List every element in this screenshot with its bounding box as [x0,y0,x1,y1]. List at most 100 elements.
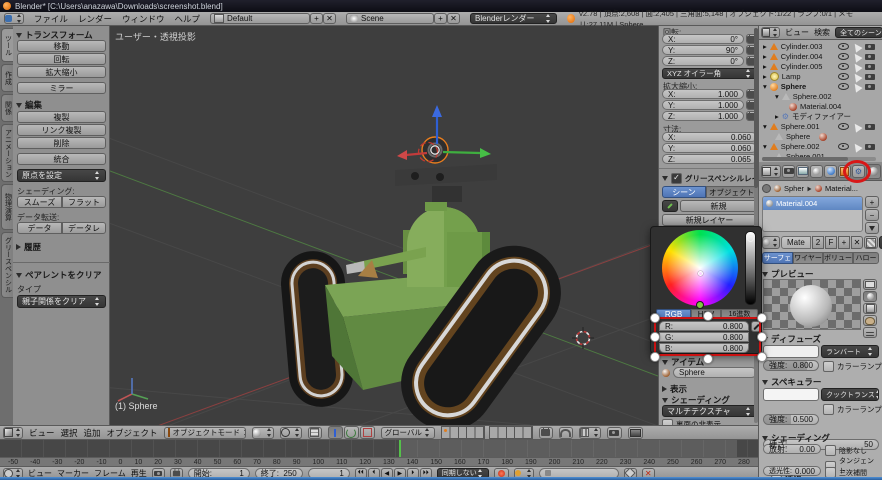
tab-scene-icon[interactable] [810,165,823,178]
layers-grid-left[interactable] [441,426,485,439]
selectability-icon[interactable] [851,81,862,92]
collapse-icon[interactable]: ▾ [775,92,779,101]
expand-icon[interactable]: ▸ [775,112,779,121]
outliner-row[interactable]: ▾Sphere.002 [775,92,879,102]
set-origin-dropdown[interactable]: 原点を設定 [17,169,106,182]
lock-to-scene-button[interactable] [539,427,553,439]
material-unlink-button[interactable]: ✕ [851,236,863,249]
renderability-icon[interactable] [865,144,875,150]
expand-icon[interactable]: ▸ [763,62,767,71]
shading-dropdown[interactable] [252,427,274,439]
outliner-row[interactable]: ▸⚙モディファイアー [775,112,879,122]
shelf-tab-tools[interactable]: ツール [1,28,13,62]
renderability-icon[interactable] [865,54,875,60]
slot-add-button[interactable]: + [865,196,879,208]
scale-y-field[interactable]: Y:1.000 [662,100,744,110]
outliner-row[interactable]: ▸Cylinder.005 [763,62,879,72]
value-slider[interactable] [745,231,756,305]
menu-window[interactable]: ウィンドウ [122,13,165,25]
shadeless-checkbox[interactable] [825,445,836,456]
scale-z-field[interactable]: Z:1.000 [662,111,744,121]
timeline-band[interactable] [0,440,758,457]
specular-color-swatch[interactable] [763,388,819,401]
layers-grid-right[interactable] [489,426,533,439]
diffuse-color-swatch[interactable] [763,345,819,358]
editor-type-button[interactable] [4,13,24,24]
panel-header-specular[interactable]: スペキュラー [762,376,821,388]
renderability-icon[interactable] [865,44,875,50]
outliner-row[interactable]: ▸Cylinder.004 [763,52,879,62]
outliner-menu-search[interactable]: 検索 [814,27,830,38]
select-menu[interactable]: 選択 [61,427,78,439]
scene-add-button[interactable]: + [434,13,447,24]
properties-editor-button[interactable] [761,165,781,178]
collapse-icon[interactable]: ▾ [763,142,767,151]
outliner-menu-view[interactable]: ビュー [785,27,809,38]
scene-close-button[interactable]: ✕ [447,13,460,24]
view-menu[interactable]: ビュー [29,427,55,439]
gpencil-checkbox[interactable]: ✓ [671,173,682,184]
scale-x-field[interactable]: X:1.000 [662,89,744,99]
join-button[interactable]: 統合 [17,153,106,165]
rotation-z-field[interactable]: Z:0° [662,56,744,66]
selectability-icon[interactable] [851,121,862,132]
material-type-wire[interactable]: ワイヤー [793,252,823,264]
linked-duplicate-button[interactable]: リンク複製 [17,124,106,136]
pin-icon[interactable] [762,184,771,193]
panel-header-gpencil[interactable]: ✓グリースペンシルレイ [662,173,759,184]
outliner-editor-button[interactable] [761,27,780,38]
outliner-row[interactable]: Sphere [775,132,879,142]
viewport-shading-mode-dropdown[interactable]: マルチテクスチャ [662,405,757,417]
panel-header-edit[interactable]: 編集 [16,99,42,111]
shade-flat-button[interactable]: フラット [62,196,106,208]
outliner-row[interactable]: ▸Lamp [763,72,879,82]
color-wheel-cursor[interactable] [698,271,703,276]
renderability-icon[interactable] [865,64,875,70]
rotation-mode-dropdown[interactable]: XYZ オイラー角 [662,68,757,79]
menu-render[interactable]: レンダー [78,13,112,25]
preview-hair-button[interactable] [863,327,877,338]
material-name-field[interactable]: Mate [781,236,811,249]
object-menu[interactable]: オブジェクト [107,427,158,439]
panel-header-clear-parent[interactable]: ペアレントをクリア [16,269,102,281]
layout-selector[interactable]: Default [210,13,310,24]
material-type-volume[interactable]: ボリュー [823,252,853,264]
visibility-icon[interactable] [838,123,849,130]
expand-icon[interactable]: ▸ [763,42,767,51]
outliner-scope-dropdown[interactable]: 全てのシーン [835,27,882,38]
snap-toggle-button[interactable] [559,427,573,439]
move-button[interactable]: 移動 [17,40,106,52]
menu-help[interactable]: ヘルプ [174,13,200,25]
breadcrumb-material[interactable]: Material... [825,184,858,193]
material-type-halo[interactable]: ハロー [853,252,879,264]
data-transfer-button[interactable]: データ [17,222,62,234]
visibility-icon[interactable] [838,73,849,80]
selectability-icon[interactable] [851,141,862,152]
color-wheel[interactable] [662,230,738,306]
outliner-row[interactable]: ▾Sphere.001 [763,122,879,132]
mode-dropdown[interactable]: オブジェクトモード [164,427,246,439]
scene-selector[interactable]: Scene [346,13,434,24]
outliner-row[interactable]: ▾Sphere.002 [763,142,879,152]
slot-remove-button[interactable]: − [865,209,879,221]
panel-header-diffuse[interactable]: ディフューズ [762,333,821,345]
slot-specials-button[interactable] [865,222,879,234]
manipulator-translate-button[interactable] [328,426,343,439]
render-opengl-button[interactable] [607,427,622,439]
material-new-button[interactable]: + [838,236,850,249]
rotation-y-field[interactable]: Y:90° [662,45,744,55]
specular-intensity-slider[interactable]: 強度:0.500 [763,414,819,425]
dim-y-field[interactable]: Y:0.060 [662,143,757,153]
render-opengl-anim-button[interactable] [628,427,643,439]
mirror-button[interactable]: ミラー [17,82,106,94]
data-layout-button[interactable]: データレ [62,222,106,234]
outliner-row[interactable]: ▸Cylinder.003 [763,42,879,52]
layout-close-button[interactable]: ✕ [323,13,336,24]
render-engine-selector[interactable]: Blenderレンダー [470,13,557,24]
outliner-row[interactable]: ▾Sphere [763,82,879,92]
viewport-3d[interactable]: ユーザー・透視投影 (1) Sphere [110,26,658,425]
timeline-ruler[interactable]: -50-40-30-20-100102030405060708090100110… [0,457,758,467]
visibility-icon[interactable] [838,63,849,70]
value-slider-knob[interactable] [747,235,754,242]
renderability-icon[interactable] [865,124,875,130]
